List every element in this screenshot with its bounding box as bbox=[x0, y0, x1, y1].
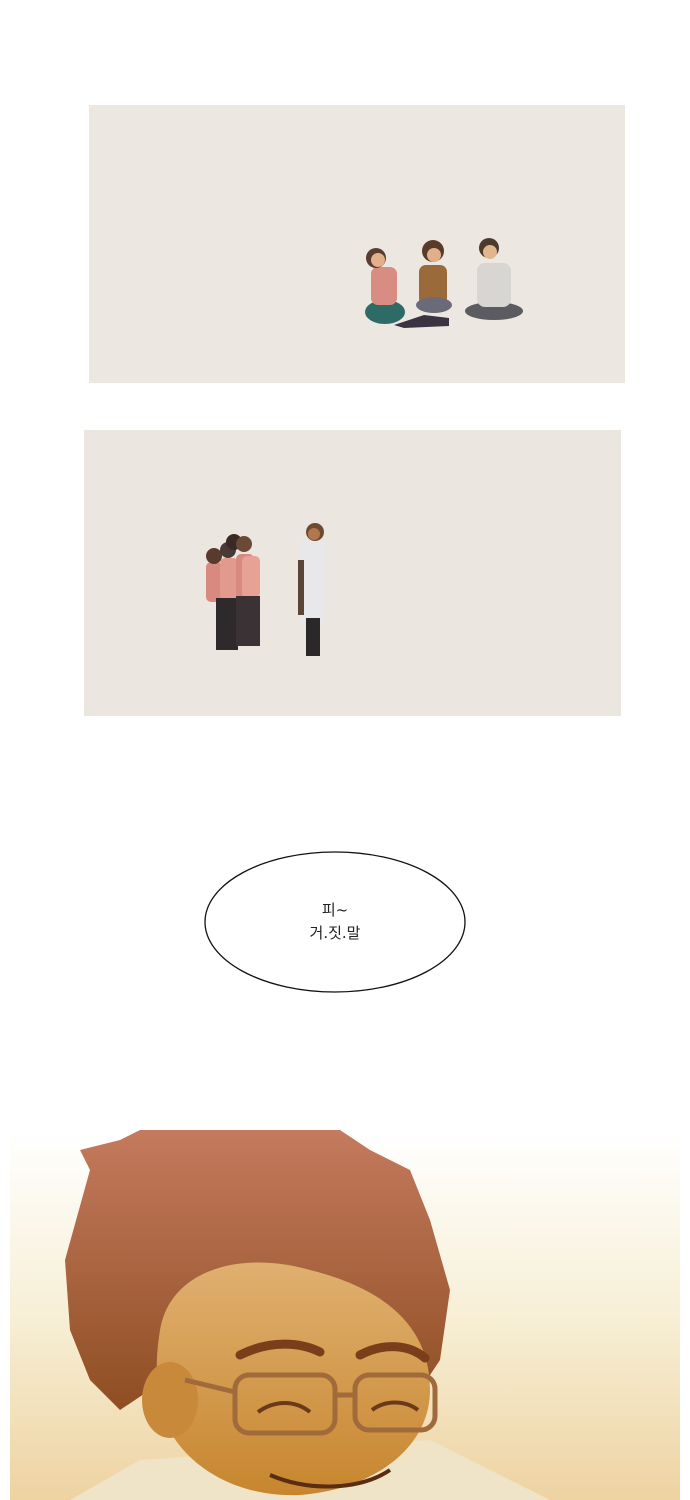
ear-shape bbox=[142, 1362, 198, 1438]
seated-man-figure bbox=[465, 238, 523, 320]
comic-panel-sitting-trio bbox=[89, 105, 625, 383]
speech-line-1: 피~ bbox=[321, 901, 349, 919]
standing-group-illustration bbox=[206, 523, 326, 656]
speech-line-2: 거.짓.말 bbox=[309, 924, 361, 942]
seated-girl-figure bbox=[365, 248, 405, 324]
smiling-man-closeup-illustration bbox=[10, 1130, 680, 1500]
comic-panel-closeup bbox=[10, 1130, 680, 1500]
sitting-trio-illustration bbox=[365, 238, 523, 328]
comic-panel-standing-group bbox=[84, 430, 621, 716]
girls-group-figure bbox=[206, 534, 260, 650]
speech-bubble-text: 피~ 거.짓.말 bbox=[204, 851, 466, 993]
doctor-figure bbox=[298, 523, 326, 656]
